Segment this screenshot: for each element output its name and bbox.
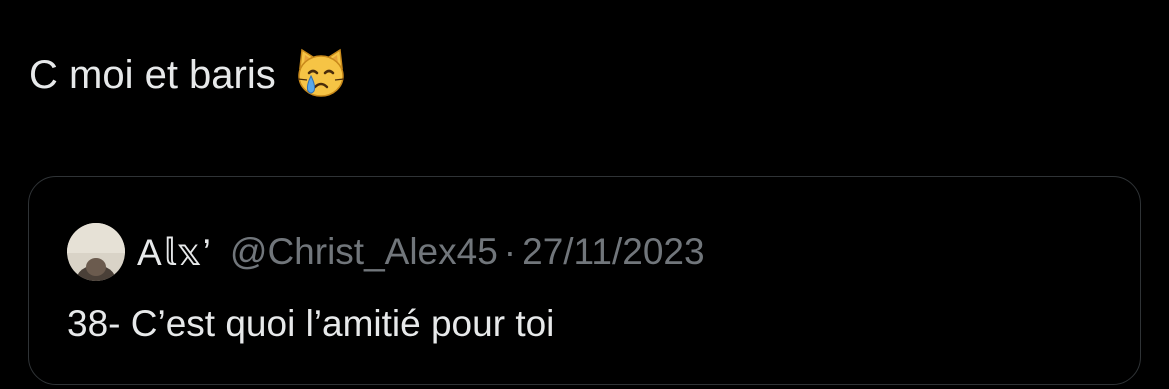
tweet-text-row: C moi et baris xyxy=(29,48,348,102)
avatar[interactable] xyxy=(67,223,125,281)
tweet-date[interactable]: 27/11/2023 xyxy=(522,231,704,273)
author-handle[interactable]: @Christ_Alex45 xyxy=(230,231,498,273)
crying-cat-face-icon xyxy=(294,46,348,100)
quoted-tweet-card[interactable]: A𝕝𝕩’ @Christ_Alex45 · 27/11/2023 38- C’e… xyxy=(28,176,1141,385)
quoted-tweet-text: 38- C’est quoi l’amitié pour toi xyxy=(67,303,555,344)
separator-dot: · xyxy=(503,231,517,272)
quoted-tweet-header: A𝕝𝕩’ @Christ_Alex45 · 27/11/2023 xyxy=(67,223,705,281)
tweet-text: C moi et baris xyxy=(29,53,276,97)
author-display-name[interactable]: A𝕝𝕩’ xyxy=(137,231,212,274)
